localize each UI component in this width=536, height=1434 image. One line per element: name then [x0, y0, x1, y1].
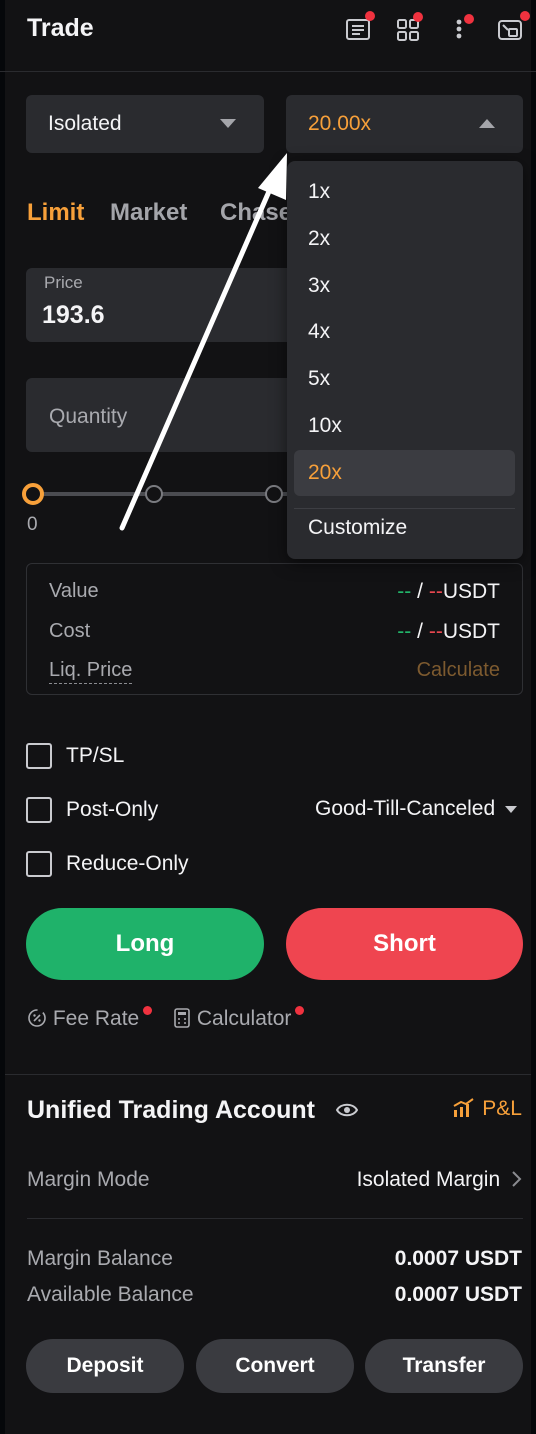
eye-icon[interactable] — [336, 1101, 358, 1119]
margin-balance-label: Margin Balance — [27, 1247, 173, 1270]
leverage-option-20x[interactable]: 20x — [308, 461, 342, 485]
notification-dot — [520, 11, 530, 21]
price-value: 193.6 — [42, 301, 105, 329]
fee-rate-icon — [28, 1009, 46, 1027]
transfer-button[interactable]: Transfer — [365, 1339, 523, 1393]
available-balance-value: 0.0007 USDT — [394, 1283, 522, 1306]
notification-dot — [365, 11, 375, 21]
row-divider — [27, 1218, 523, 1219]
value-unit: USDT — [442, 580, 500, 603]
available-balance-label: Available Balance — [27, 1283, 194, 1306]
header: Trade — [0, 0, 536, 72]
cost-slash: / — [417, 620, 423, 643]
cost-buy: -- — [397, 620, 412, 643]
short-button[interactable]: Short — [286, 908, 523, 980]
notification-dot — [295, 1006, 305, 1015]
calculator-link[interactable]: Calculator — [173, 1006, 305, 1031]
post-only-checkbox[interactable] — [26, 797, 52, 823]
chevron-right-icon — [512, 1171, 522, 1187]
leverage-selector[interactable]: 20.00x — [286, 95, 523, 153]
cost-readout: -- / --USDT — [397, 620, 500, 644]
value-buy: -- — [397, 580, 412, 603]
value-slash: / — [417, 580, 423, 603]
section-divider — [5, 1074, 531, 1075]
caret-down-icon — [505, 805, 517, 813]
window-icon[interactable] — [495, 11, 530, 44]
leverage-option-2x[interactable]: 2x — [308, 227, 330, 251]
long-button[interactable]: Long — [26, 908, 264, 980]
margin-mode-label: Margin Mode — [27, 1168, 150, 1191]
order-info-box: Value -- / --USDT Cost -- / --USDT Liq. … — [26, 563, 523, 695]
notification-dot — [143, 1006, 153, 1015]
pnl-link[interactable]: P&L — [452, 1097, 522, 1121]
reduce-only-label[interactable]: Reduce-Only — [66, 852, 189, 876]
margin-mode-selector[interactable]: Isolated — [26, 95, 264, 153]
quantity-placeholder: Quantity — [49, 405, 128, 428]
slider-start-label: 0 — [27, 514, 38, 535]
leverage-option-3x[interactable]: 3x — [308, 274, 330, 298]
account-title: Unified Trading Account — [27, 1096, 315, 1124]
convert-button[interactable]: Convert — [196, 1339, 354, 1393]
tpsl-checkbox[interactable] — [26, 743, 52, 769]
quantity-slider-track[interactable] — [40, 492, 300, 496]
cost-label: Cost — [49, 620, 91, 642]
pnl-label: P&L — [482, 1097, 522, 1120]
value-sell: -- — [428, 580, 443, 603]
margin-mode-row[interactable]: Isolated Margin — [357, 1168, 522, 1192]
caret-down-icon — [220, 119, 236, 128]
time-in-force-value: Good-Till-Canceled — [315, 797, 496, 820]
value-label: Value — [49, 580, 99, 602]
leverage-option-4x[interactable]: 4x — [308, 320, 330, 344]
margin-balance-value: 0.0007 USDT — [394, 1247, 522, 1270]
notification-dot — [464, 14, 474, 24]
leverage-dropdown: 1x 2x 3x 4x 5x 10x 20x Customize — [287, 161, 523, 559]
calculate-link[interactable]: Calculate — [417, 659, 500, 682]
page-title: Trade — [27, 14, 94, 42]
deposit-button[interactable]: Deposit — [26, 1339, 184, 1393]
caret-up-icon — [479, 119, 495, 128]
tab-market[interactable]: Market — [110, 199, 187, 227]
margin-mode-row-value: Isolated Margin — [356, 1168, 501, 1191]
dropdown-divider — [294, 508, 515, 509]
apps-icon[interactable] — [394, 12, 424, 44]
tpsl-label[interactable]: TP/SL — [66, 744, 124, 768]
leverage-option-1x[interactable]: 1x — [308, 180, 330, 204]
margin-mode-value: Isolated — [48, 112, 122, 135]
slider-handle[interactable] — [22, 483, 44, 505]
leverage-value: 20.00x — [308, 112, 372, 135]
chart-icon — [453, 1098, 475, 1117]
customize-option[interactable]: Customize — [308, 516, 407, 540]
tab-limit[interactable]: Limit — [27, 199, 84, 227]
slider-step-50[interactable] — [265, 485, 283, 503]
orders-icon[interactable] — [343, 11, 375, 44]
tab-chase[interactable]: Chase — [220, 199, 292, 227]
time-in-force-selector[interactable]: Good-Till-Canceled — [315, 797, 517, 821]
value-readout: -- / --USDT — [397, 580, 500, 604]
fee-rate-link[interactable]: Fee Rate — [27, 1006, 153, 1031]
cost-sell: -- — [428, 620, 443, 643]
post-only-label[interactable]: Post-Only — [66, 798, 158, 822]
leverage-option-10x[interactable]: 10x — [308, 414, 342, 438]
price-label: Price — [44, 273, 83, 292]
notification-dot — [413, 12, 423, 22]
leverage-option-5x[interactable]: 5x — [308, 367, 330, 391]
calculator-label: Calculator — [196, 1007, 292, 1030]
liq-price-label[interactable]: Liq. Price — [49, 659, 133, 684]
fee-rate-label: Fee Rate — [52, 1007, 140, 1030]
cost-unit: USDT — [442, 620, 500, 643]
calculator-icon — [174, 1008, 190, 1028]
reduce-only-checkbox[interactable] — [26, 851, 52, 877]
slider-step-25[interactable] — [145, 485, 163, 503]
more-icon[interactable] — [444, 14, 474, 44]
